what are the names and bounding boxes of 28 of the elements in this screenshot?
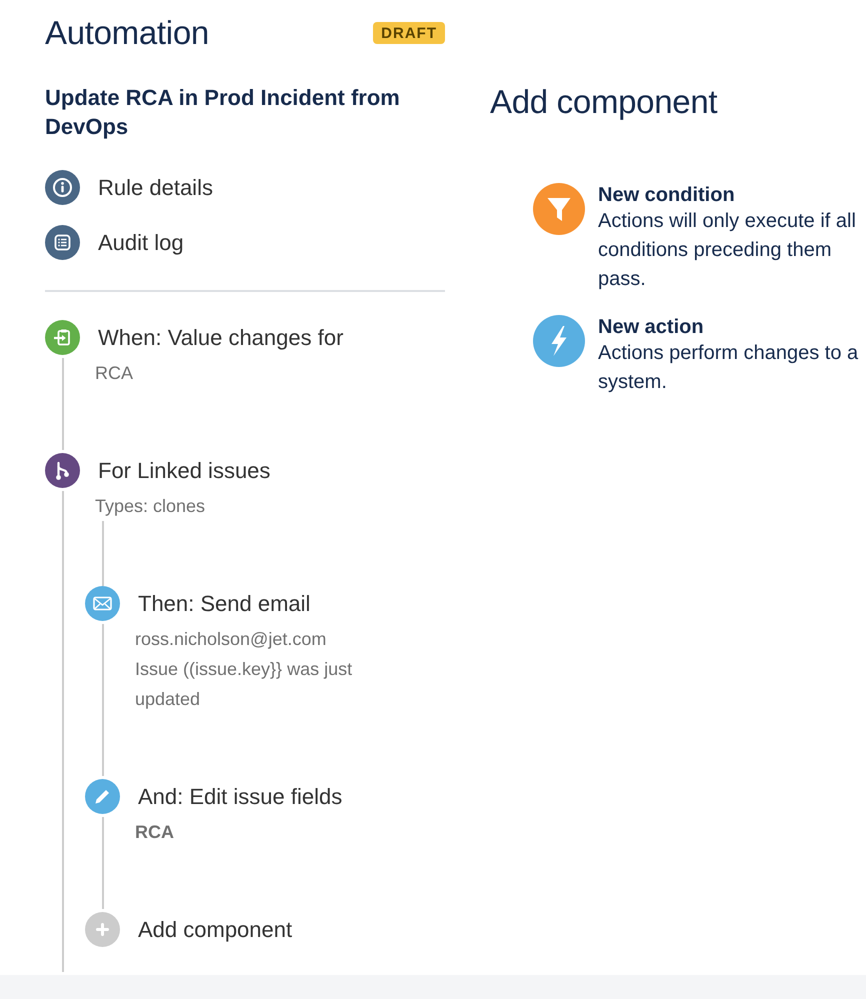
funnel-icon	[533, 183, 585, 235]
step-title[interactable]: And: Edit issue fields	[135, 779, 342, 814]
page-title: Automation	[45, 13, 209, 53]
option-description: Actions will only execute if all conditions preceding them pass.	[598, 209, 857, 292]
step-title[interactable]: For Linked issues	[95, 453, 270, 488]
step-detail: ross.nicholson@jet.com	[135, 628, 328, 651]
rule-name: Update RCA in Prod Incident from DevOps	[45, 84, 401, 141]
branch-icon	[45, 453, 80, 488]
plus-icon	[85, 912, 120, 947]
step-title[interactable]: When: Value changes for	[95, 320, 344, 355]
step-detail: RCA	[95, 362, 134, 385]
step-detail: RCA	[135, 821, 175, 844]
panel-title: Add component	[490, 82, 718, 122]
info-icon	[45, 170, 80, 205]
option-description: Actions perform changes to a system.	[598, 341, 860, 395]
step-detail: Types: clones	[95, 495, 206, 518]
pencil-icon	[85, 779, 120, 814]
lightning-icon	[533, 315, 585, 367]
envelope-icon	[85, 586, 120, 621]
status-badge: DRAFT	[373, 22, 445, 44]
step-title[interactable]: Add component	[135, 912, 292, 947]
step-title[interactable]: Then: Send email	[135, 586, 310, 621]
option-title[interactable]: New action	[598, 315, 704, 339]
nav-link[interactable]: Rule details	[45, 170, 213, 205]
nav-link[interactable]: Audit log	[45, 225, 184, 260]
step-detail: Issue ((issue.key}} was just updated	[135, 658, 354, 711]
list-icon	[45, 225, 80, 260]
option-title[interactable]: New condition	[598, 183, 735, 207]
